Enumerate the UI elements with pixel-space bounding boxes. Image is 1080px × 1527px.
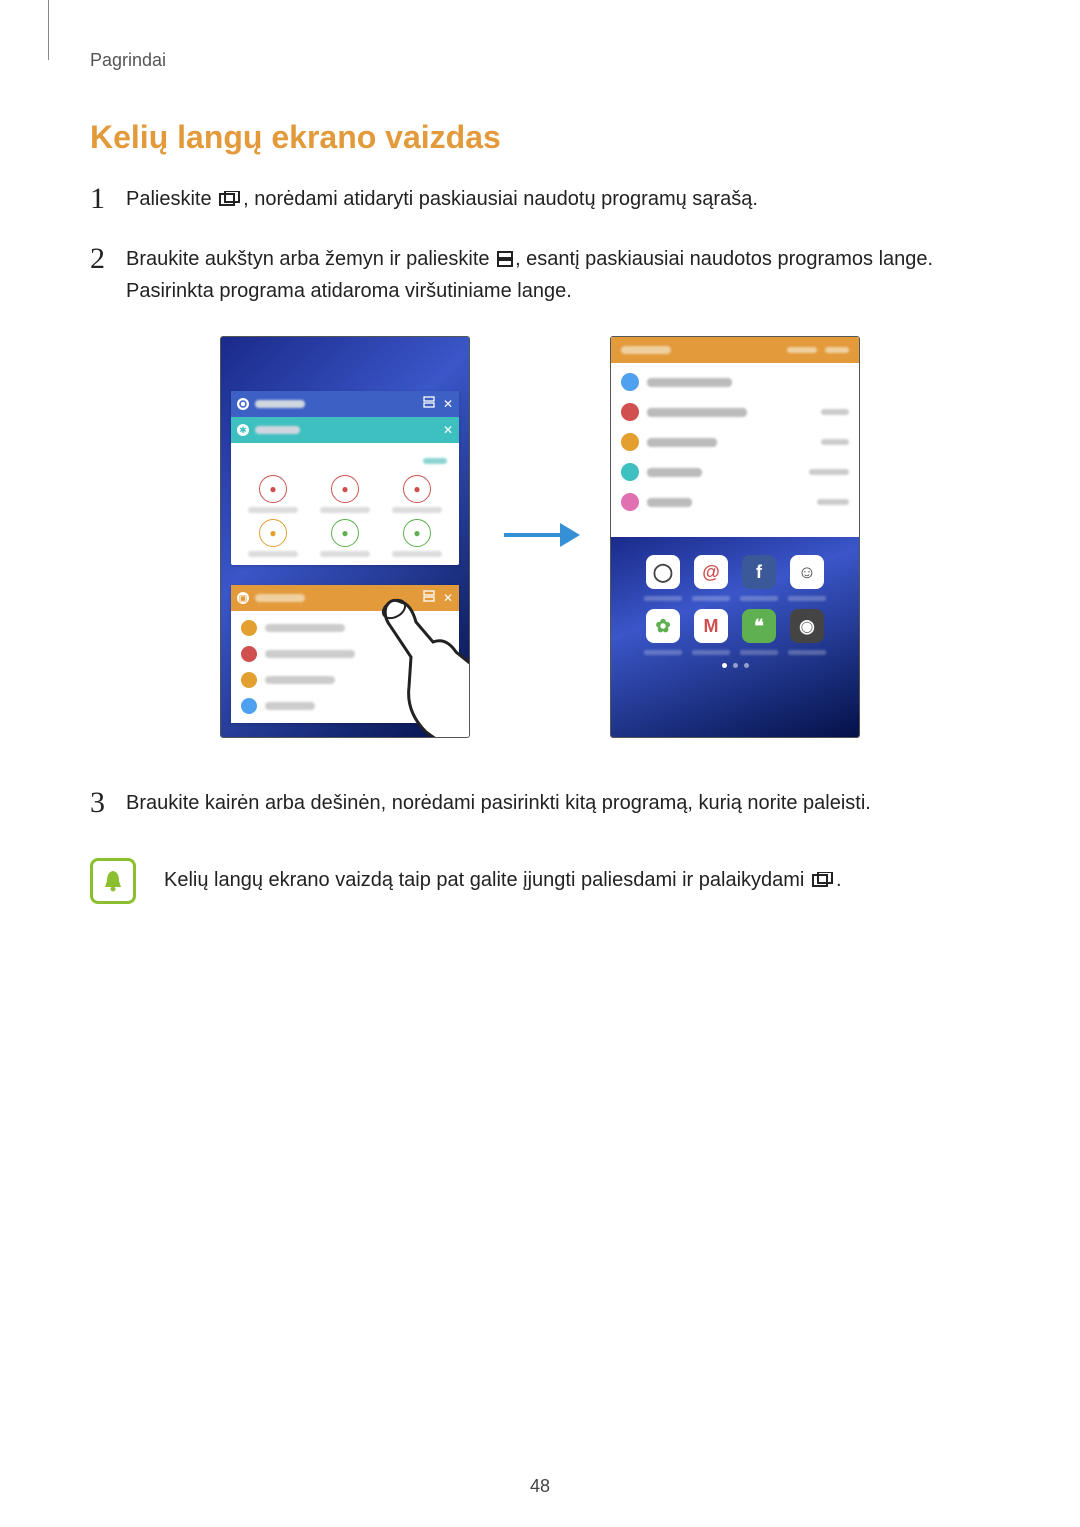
files-header <box>611 337 859 363</box>
note-text-pre: Kelių langų ekrano vaizdą taip pat galit… <box>164 869 810 891</box>
phone-screenshot-right: ◯ @ f ☺ ✿ M ❝ ◉ <box>610 336 860 738</box>
settings-grid-item: ● <box>309 475 381 513</box>
settings-grid-item: ● <box>237 475 309 513</box>
card-header-internet: ✕ <box>231 391 459 417</box>
page-number: 48 <box>0 1476 1080 1497</box>
settings-item-icon: ● <box>403 519 431 547</box>
phone-screenshot-left: ✕ ✱ ✕ ● ● ● ● ● ● <box>220 336 470 738</box>
file-row <box>611 487 859 517</box>
settings-grid-item: ● <box>237 519 309 557</box>
files-header-label <box>621 346 671 354</box>
note-bell-icon <box>90 858 136 904</box>
note-text-post: . <box>836 869 842 891</box>
facebook-icon: f <box>742 555 776 589</box>
arrow-right-icon <box>500 515 580 560</box>
email-icon: @ <box>694 555 728 589</box>
step-text: Braukite aukštyn arba žemyn ir palieskit… <box>126 244 990 306</box>
file-meta <box>821 439 849 445</box>
edit-label <box>423 458 447 464</box>
file-type-icon <box>621 373 639 391</box>
file-type-icon <box>241 698 257 714</box>
settings-item-icon: ● <box>331 519 359 547</box>
step-text-pre: Braukite aukštyn arba žemyn ir palieskit… <box>126 248 495 270</box>
tap-gesture-hand-icon <box>361 592 470 738</box>
file-label <box>647 468 702 477</box>
note-callout: Kelių langų ekrano vaizdą taip pat galit… <box>90 858 990 904</box>
settings-item-icon: ● <box>259 519 287 547</box>
internet-label <box>255 400 305 408</box>
step-text-post: , norėdami atidaryti paskiausiai naudotų… <box>243 188 758 210</box>
settings-grid-item: ● <box>381 475 453 513</box>
file-label <box>265 702 315 710</box>
file-type-icon <box>621 403 639 421</box>
file-label <box>265 624 345 632</box>
file-type-icon <box>621 493 639 511</box>
settings-item-label <box>320 507 370 513</box>
step-3: 3 Braukite kairėn arba dešinėn, norėdami… <box>90 788 990 818</box>
recent-apps-icon <box>219 186 241 216</box>
step-2: 2 Braukite aukštyn arba žemyn ir paliesk… <box>90 244 990 306</box>
step-text-pre: Palieskite <box>126 188 217 210</box>
file-label <box>265 676 335 684</box>
step-number: 3 <box>90 788 126 818</box>
file-row <box>611 427 859 457</box>
step-number: 2 <box>90 244 126 274</box>
breadcrumb: Pagrindai <box>90 50 990 71</box>
file-label <box>647 378 732 387</box>
page-dots <box>611 663 859 668</box>
settings-item-label <box>392 551 442 557</box>
gallery-icon: ✿ <box>646 609 680 643</box>
file-type-icon <box>241 646 257 662</box>
settings-grid-item: ● <box>309 519 381 557</box>
file-meta <box>821 409 849 415</box>
settings-item-label <box>248 551 298 557</box>
step-text: Braukite kairėn arba dešinėn, norėdami p… <box>126 788 990 818</box>
file-meta <box>817 499 849 505</box>
settings-item-label <box>392 507 442 513</box>
step-1: 1 Palieskite , norėdami atidaryti paskia… <box>90 184 990 216</box>
settings-label <box>255 426 300 434</box>
settings-item-icon: ● <box>331 475 359 503</box>
file-meta <box>809 469 849 475</box>
page-heading: Kelių langų ekrano vaizdas <box>90 119 990 156</box>
file-type-icon <box>241 672 257 688</box>
card-header-settings: ✱ ✕ <box>231 417 459 443</box>
close-icon: ✕ <box>443 423 453 437</box>
recent-apps-icon <box>812 866 834 898</box>
hangouts-icon: ❝ <box>742 609 776 643</box>
files-app-icon: ▣ <box>237 592 249 604</box>
settings-item-label <box>248 507 298 513</box>
illustration: ✕ ✱ ✕ ● ● ● ● ● ● <box>90 336 990 738</box>
more-label <box>825 347 849 353</box>
split-window-icon <box>497 246 513 276</box>
file-type-icon <box>241 620 257 636</box>
settings-item-label <box>320 551 370 557</box>
settings-app-icon: ✱ <box>237 424 249 436</box>
files-label <box>255 594 305 602</box>
file-label <box>647 438 717 447</box>
settings-item-icon: ● <box>259 475 287 503</box>
instagram-icon: ◉ <box>790 609 824 643</box>
note-text: Kelių langų ekrano vaizdą taip pat galit… <box>164 858 842 898</box>
close-icon: ✕ <box>443 397 453 411</box>
page-divider <box>48 0 49 60</box>
smile-icon: ☺ <box>790 555 824 589</box>
search-label <box>787 347 817 353</box>
step-number: 1 <box>90 184 126 214</box>
chrome-icon: ◯ <box>646 555 680 589</box>
file-label <box>647 408 747 417</box>
file-row <box>611 397 859 427</box>
settings-item-icon: ● <box>403 475 431 503</box>
step-text: Palieskite , norėdami atidaryti paskiaus… <box>126 184 990 216</box>
file-row <box>611 367 859 397</box>
file-label <box>647 498 692 507</box>
file-type-icon <box>621 463 639 481</box>
internet-app-icon <box>237 398 249 410</box>
split-icon <box>423 395 435 413</box>
file-row <box>611 457 859 487</box>
settings-grid-item: ● <box>381 519 453 557</box>
gmail-icon: M <box>694 609 728 643</box>
file-label <box>265 650 355 658</box>
file-type-icon <box>621 433 639 451</box>
